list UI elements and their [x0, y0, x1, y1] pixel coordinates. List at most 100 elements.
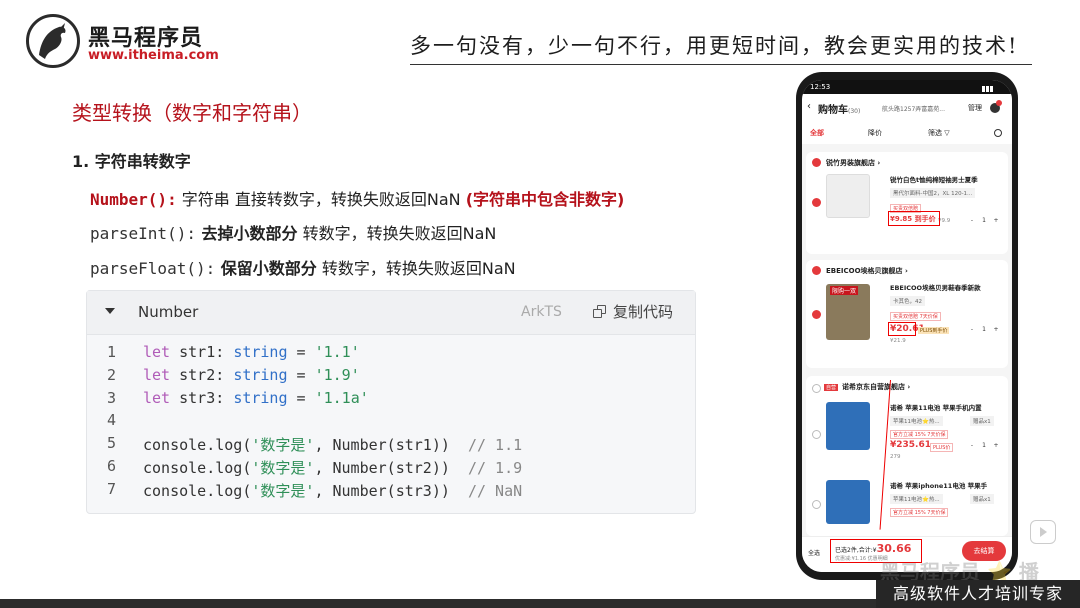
quantity-stepper[interactable]: -1 +	[966, 442, 1002, 449]
store-name[interactable]: 诺希京东自营旗舰店 ›	[842, 382, 910, 392]
tab-all[interactable]: 全部	[810, 128, 824, 138]
store-checkbox[interactable]	[812, 158, 821, 167]
manage-button[interactable]: 管理	[968, 103, 982, 113]
code-language: ArkTS	[521, 304, 562, 320]
code-line: 5 console.log('数字是', Number(str1)) // 1.1	[87, 434, 695, 457]
product-name[interactable]: EBEICOO埃格贝男鞋春季新款	[890, 282, 981, 292]
code-string: '1.9'	[314, 365, 360, 384]
code-string: '1.1a'	[314, 388, 369, 407]
code-op: =	[287, 343, 315, 361]
code-line: 3 let str3: string = '1.1a'	[87, 389, 695, 412]
product-name[interactable]: 诺希 苹果11电池 苹果手机内置	[890, 402, 982, 412]
product-checkbox[interactable]	[812, 198, 821, 207]
phone-screen: 12:53 ‹ 购物车(30) 航头路1257弄富嘉苑... 管理 全部 降价 …	[802, 80, 1012, 572]
parseint-description: parseInt(): 去掉小数部分 转数字，转换失败返回NaN	[90, 220, 496, 244]
product-checkbox[interactable]	[812, 430, 821, 439]
line-number: 2	[106, 365, 116, 384]
number-code: Number():	[90, 190, 177, 209]
product-image[interactable]: 限购一双	[826, 284, 870, 340]
search-icon[interactable]	[994, 129, 1002, 137]
product-spec[interactable]: 卡其色，42	[890, 296, 925, 306]
parseint-code: parseInt():	[90, 224, 196, 243]
product-tag: 官方立减 15% 7天价保	[890, 508, 949, 517]
number-text: 字符串 直接转数字，转换失败返回NaN	[176, 190, 466, 209]
gift-spec[interactable]: 赠品x1	[970, 494, 994, 504]
tab-filter[interactable]: 筛选 ▽	[928, 128, 950, 138]
back-icon[interactable]: ‹	[807, 101, 811, 112]
signal-icon	[982, 83, 1002, 92]
product-checkbox[interactable]	[812, 310, 821, 319]
cart-header: ‹ 购物车(30) 航头路1257弄富嘉苑... 管理 全部 降价 筛选 ▽	[802, 94, 1012, 144]
code-string: '1.1'	[314, 343, 360, 361]
product-checkbox[interactable]	[812, 500, 821, 509]
code-keyword: let	[143, 388, 180, 407]
code-var: str2:	[179, 365, 234, 384]
code-args: , Number(str2))	[314, 458, 468, 477]
item-heading: 1. 字符串转数字	[72, 152, 191, 171]
collapse-caret-icon[interactable]	[105, 308, 115, 314]
copy-icon	[593, 305, 607, 319]
plus-badge: PLUS价	[930, 443, 954, 452]
status-bar: 12:53	[802, 80, 1012, 94]
product-image[interactable]	[826, 402, 870, 450]
code-type: string	[233, 343, 288, 361]
store-name[interactable]: 锐竹男装旗舰店 ›	[826, 158, 880, 168]
store-card: 锐竹男装旗舰店 › 锐竹白色t恤纯棉短袖男士夏季 黑代尔面料-中国2，XL 12…	[806, 152, 1008, 254]
line-number: 1	[106, 343, 116, 361]
gift-spec[interactable]: 赠品x1	[970, 416, 994, 426]
store-card: 自营 诺希京东自营旗舰店 › 诺希 苹果11电池 苹果手机内置 苹果11电池⭐热…	[806, 376, 1008, 536]
code-line: 2 let str2: string = '1.9'	[87, 366, 695, 389]
total-value: 30.66	[876, 542, 912, 555]
slogan: 多一句没有，少一句不行，用更短时间，教会更实用的技术!	[410, 34, 1019, 58]
quantity-stepper[interactable]: -1 +	[966, 326, 1002, 333]
select-all[interactable]: 全选	[808, 548, 820, 557]
code-var: str3:	[179, 388, 234, 407]
product-tag: 买贵双倍赔 7天价保	[890, 312, 941, 321]
code-call: console.log(	[143, 436, 252, 455]
code-lines: 1 let str1: string = '1.1' 2 let str2: str…	[87, 343, 695, 503]
store-checkbox[interactable]	[812, 384, 821, 393]
product-spec[interactable]: 黑代尔面料-中国2，XL 120-1...	[890, 188, 976, 198]
code-call: console.log(	[143, 481, 252, 500]
video-play-icon[interactable]	[1030, 520, 1056, 544]
section-title: 类型转换（数字和字符串）	[72, 101, 312, 125]
copy-code-label: 复制代码	[613, 303, 674, 321]
store-checkbox[interactable]	[812, 266, 821, 275]
quantity-stepper[interactable]: -1 +	[966, 217, 1002, 224]
code-keyword: let	[143, 343, 180, 361]
line-number: 5	[106, 434, 116, 453]
code-comment: // 1.1	[467, 436, 523, 455]
copy-code-button[interactable]: 复制代码	[593, 301, 673, 325]
code-line: 7 console.log('数字是', Number(str3)) // NaN	[87, 480, 695, 503]
code-args: , Number(str3))	[314, 481, 468, 500]
code-string: '数字是'	[251, 481, 315, 500]
status-time: 12:53	[810, 83, 831, 91]
horse-logo-icon	[26, 14, 80, 68]
code-block: Number ArkTS 复制代码 1 let str1: string = '1…	[86, 290, 696, 514]
parsefloat-code: parseFloat():	[90, 259, 216, 278]
parsefloat-text: 转数字，转换失败返回NaN	[316, 259, 516, 278]
price-highlight-box	[888, 322, 916, 336]
product-image-label: 限购一双	[830, 286, 859, 295]
code-op: =	[287, 388, 315, 407]
product-image[interactable]	[826, 174, 870, 218]
product-spec[interactable]: 苹果11电池⭐热...	[890, 494, 943, 504]
code-keyword: let	[143, 365, 180, 384]
plus-badge: PLUS到手价	[918, 327, 950, 334]
logo-url: www.itheima.com	[88, 48, 219, 63]
line-number: 3	[106, 388, 116, 407]
product-name[interactable]: 锐竹白色t恤纯棉短袖男士夏季	[890, 174, 978, 184]
tab-price-drop[interactable]: 降价	[868, 128, 882, 138]
product-spec[interactable]: 苹果11电池⭐热...	[890, 416, 943, 426]
cart-address[interactable]: 航头路1257弄富嘉苑...	[882, 104, 945, 113]
product-image[interactable]	[826, 480, 870, 524]
logo: 黑马程序员 www.itheima.com	[26, 14, 226, 68]
code-op: =	[287, 365, 315, 384]
phone-mockup: 12:53 ‹ 购物车(30) 航头路1257弄富嘉苑... 管理 全部 降价 …	[796, 72, 1018, 580]
code-comment: // NaN	[467, 481, 523, 500]
product-name[interactable]: 诺希 苹果iphone11电池 苹果手	[890, 480, 987, 490]
footer-tagline: 高级软件人才培训专家	[876, 580, 1080, 608]
store-name[interactable]: EBEICOO埃格贝旗舰店 ›	[826, 266, 908, 276]
total-label: 已选2件,合计:¥30.66	[835, 542, 912, 555]
parsefloat-bold: 保留小数部分	[215, 259, 317, 278]
